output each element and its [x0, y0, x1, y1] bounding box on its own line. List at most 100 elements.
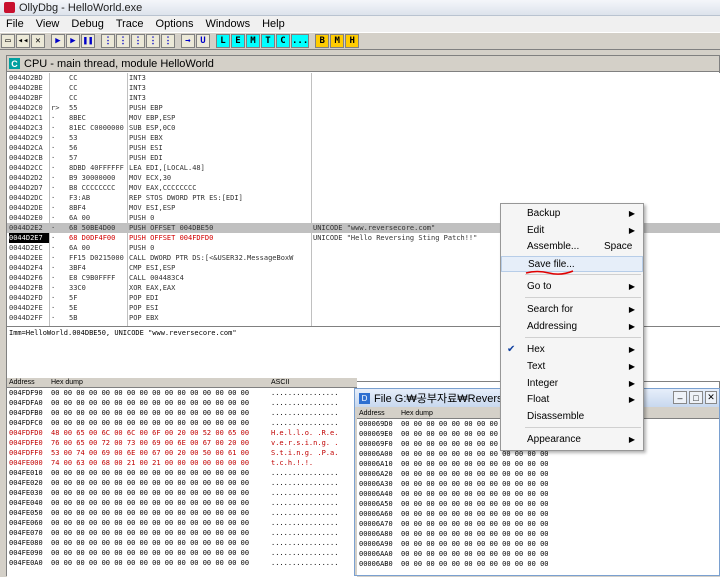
disasm-row[interactable]: 0044D2C1 · 8BEC MOV EBP,ESP [7, 113, 720, 123]
menu-item-go-to[interactable]: Go to ▶ [501, 279, 643, 295]
menu-item-appearance[interactable]: Appearance ▶ [501, 432, 643, 448]
disasm-row[interactable]: 0044D2BF CC INT3 [7, 93, 720, 103]
dump-row[interactable]: 004FDFE0 76 00 65 00 72 00 73 00 69 00 6E… [7, 438, 357, 448]
dump-row[interactable]: 004FDFC0 00 00 00 00 00 00 00 00 00 00 00… [7, 418, 357, 428]
step-over-icon[interactable]: ⋮ [116, 34, 130, 48]
disasm-row[interactable]: 0044D2CA · 56 PUSH ESI [7, 143, 720, 153]
breakpoints-button[interactable]: B [315, 34, 330, 48]
dump-row[interactable]: 004FE050 00 00 00 00 00 00 00 00 00 00 00… [7, 508, 357, 518]
dump-header-address[interactable]: Address [9, 379, 35, 386]
dump-hex: 00 00 00 00 00 00 00 00 00 00 00 00 00 0… [51, 519, 250, 527]
threads-button[interactable]: T [261, 34, 275, 48]
dump-header-hex[interactable]: Hex dump [51, 379, 83, 386]
disasm-row[interactable]: 0044D2C3 · 81EC C0000000 SUB ESP,0C0 [7, 123, 720, 133]
menu-trace[interactable]: Trace [110, 18, 150, 30]
executable-modules-button[interactable]: E [231, 34, 245, 48]
menu-item-disassemble[interactable]: Disassemble [501, 409, 643, 425]
disasm-row[interactable]: 0044D2CC · 8DBD 40FFFFFF LEA EDI,[LOCAL.48] [7, 163, 720, 173]
step-into-icon[interactable]: ⋮ [101, 34, 115, 48]
user-code-icon[interactable]: U [196, 34, 210, 48]
run-thread-icon[interactable]: ▶ [66, 34, 80, 48]
file-dump-row[interactable]: 00006A50 00 00 00 00 00 00 00 00 00 00 00… [357, 499, 719, 509]
run-icon[interactable]: ▶ [51, 34, 65, 48]
disasm-instruction: PUSH 0 [129, 214, 155, 222]
menu-file[interactable]: File [0, 18, 30, 30]
file-dump-header-address[interactable]: Address [359, 410, 385, 417]
dump-address: 004FE090 [9, 549, 43, 557]
menu-item-search-for[interactable]: Search for ▶ [501, 302, 643, 318]
dump-row[interactable]: 004FE020 00 00 00 00 00 00 00 00 00 00 00… [7, 478, 357, 488]
menu-help[interactable]: Help [256, 18, 291, 30]
minimize-icon[interactable]: – [673, 391, 687, 404]
dump-row[interactable]: 004FDFB0 00 00 00 00 00 00 00 00 00 00 00… [7, 408, 357, 418]
disasm-instruction: CALL DWORD PTR DS:[<&USER32.MessageBoxW [129, 254, 294, 262]
dump-row[interactable]: 004FE040 00 00 00 00 00 00 00 00 00 00 00… [7, 498, 357, 508]
menu-item-addressing[interactable]: Addressing ▶ [501, 319, 643, 335]
file-dump-hex: 00 00 00 00 00 00 00 00 00 00 00 00 [401, 550, 549, 558]
pause-icon[interactable]: ❚❚ [81, 34, 95, 48]
disasm-row[interactable]: 0044D2C0 r> 55 PUSH EBP [7, 103, 720, 113]
dump-row[interactable]: 004FDFD0 48 00 65 00 6C 00 6C 00 6F 00 20… [7, 428, 357, 438]
memory-dump-pane[interactable]: Address Hex dump ASCII 004FDF90 00 00 00 … [7, 378, 357, 577]
file-dump-row[interactable]: 00006A70 00 00 00 00 00 00 00 00 00 00 00… [357, 519, 719, 529]
log-window-button[interactable]: L [216, 34, 230, 48]
disasm-row[interactable]: 0044D2DC · F3:AB REP STOS DWORD PTR ES:[EDI… [7, 193, 720, 203]
trace-over-icon[interactable]: ⋮ [146, 34, 160, 48]
file-dump-row[interactable]: 00006A80 00 00 00 00 00 00 00 00 00 00 00… [357, 529, 719, 539]
more-windows-button[interactable]: ... [291, 34, 310, 48]
disasm-row[interactable]: 0044D2BD CC INT3 [7, 73, 720, 83]
dump-row[interactable]: 004FDFF0 53 00 74 00 69 00 6E 00 67 00 20… [7, 448, 357, 458]
disasm-instruction: PUSH ESI [129, 144, 163, 152]
dump-row[interactable]: 004FDF90 00 00 00 00 00 00 00 00 00 00 00… [7, 388, 357, 398]
menu-item-text[interactable]: Text ▶ [501, 359, 643, 375]
menu-item-hex[interactable]: ✔ Hex ▶ [501, 342, 643, 358]
file-dump-row[interactable]: 00006A10 00 00 00 00 00 00 00 00 00 00 00… [357, 459, 719, 469]
trace-into-icon[interactable]: ⋮ [131, 34, 145, 48]
menu-debug[interactable]: Debug [65, 18, 109, 30]
dump-row[interactable]: 004FE080 00 00 00 00 00 00 00 00 00 00 00… [7, 538, 357, 548]
file-dump-header-hex[interactable]: Hex dump [401, 410, 433, 417]
maximize-icon[interactable]: □ [689, 391, 703, 404]
dump-row[interactable]: 004FE0A0 00 00 00 00 00 00 00 00 00 00 00… [7, 558, 357, 568]
file-dump-row[interactable]: 00006AB0 00 00 00 00 00 00 00 00 00 00 00… [357, 559, 719, 569]
dump-row[interactable]: 004FE000 74 00 63 00 68 00 21 00 21 00 00… [7, 458, 357, 468]
dump-row[interactable]: 004FE030 00 00 00 00 00 00 00 00 00 00 00… [7, 488, 357, 498]
cpu-button[interactable]: C [276, 34, 290, 48]
dump-header-ascii[interactable]: ASCII [271, 379, 289, 386]
disasm-row[interactable]: 0044D2CB · 57 PUSH EDI [7, 153, 720, 163]
menu-item-edit[interactable]: Edit ▶ [501, 223, 643, 239]
file-dump-row[interactable]: 00006A90 00 00 00 00 00 00 00 00 00 00 00… [357, 539, 719, 549]
memory-breakpoints-button[interactable]: M [330, 34, 345, 48]
open-icon[interactable]: ▭ [1, 34, 15, 48]
goto-icon[interactable]: → [181, 34, 195, 48]
disasm-row[interactable]: 0044D2D7 · B8 CCCCCCCC MOV EAX,CCCCCCCC [7, 183, 720, 193]
file-dump-row[interactable]: 00006A30 00 00 00 00 00 00 00 00 00 00 00… [357, 479, 719, 489]
file-dump-row[interactable]: 00006A20 00 00 00 00 00 00 00 00 00 00 00… [357, 469, 719, 479]
memory-map-button[interactable]: M [246, 34, 260, 48]
menu-item-assemble[interactable]: Assemble... Space [501, 239, 643, 255]
menu-options[interactable]: Options [150, 18, 200, 30]
dump-ascii: ................ [271, 469, 339, 477]
file-dump-row[interactable]: 00006AA0 00 00 00 00 00 00 00 00 00 00 00… [357, 549, 719, 559]
menu-item-integer[interactable]: Integer ▶ [501, 376, 643, 392]
menu-windows[interactable]: Windows [199, 18, 256, 30]
dump-row[interactable]: 004FDFA0 00 00 00 00 00 00 00 00 00 00 00… [7, 398, 357, 408]
restart-icon[interactable]: ◂◂ [16, 34, 30, 48]
menu-view[interactable]: View [30, 18, 66, 30]
menu-item-backup[interactable]: Backup ▶ [501, 206, 643, 222]
hardware-breakpoints-button[interactable]: H [345, 34, 360, 48]
disasm-row[interactable]: 0044D2BE CC INT3 [7, 83, 720, 93]
close-icon[interactable]: ✕ [31, 34, 45, 48]
disasm-row[interactable]: 0044D2C9 · 53 PUSH EBX [7, 133, 720, 143]
dump-row[interactable]: 004FE060 00 00 00 00 00 00 00 00 00 00 00… [7, 518, 357, 528]
menu-item-float[interactable]: Float ▶ [501, 392, 643, 408]
file-dump-row[interactable]: 00006A60 00 00 00 00 00 00 00 00 00 00 00… [357, 509, 719, 519]
dump-row[interactable]: 004FE090 00 00 00 00 00 00 00 00 00 00 00… [7, 548, 357, 558]
execute-till-return-icon[interactable]: ⋮ [161, 34, 175, 48]
dump-row[interactable]: 004FE070 00 00 00 00 00 00 00 00 00 00 00… [7, 528, 357, 538]
dump-row[interactable]: 004FE010 00 00 00 00 00 00 00 00 00 00 00… [7, 468, 357, 478]
disasm-row[interactable]: 0044D2D2 · B9 30000000 MOV ECX,30 [7, 173, 720, 183]
file-dump-row[interactable]: 00006A40 00 00 00 00 00 00 00 00 00 00 00… [357, 489, 719, 499]
disasm-hex: 5B [69, 314, 78, 322]
close-icon[interactable]: ✕ [705, 391, 717, 404]
